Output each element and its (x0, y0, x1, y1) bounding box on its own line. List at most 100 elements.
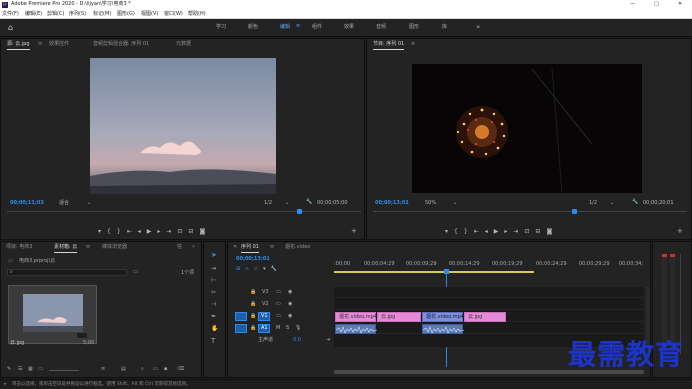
slip-tool-icon[interactable]: ⊣ (211, 302, 216, 308)
maximize-button[interactable]: □ (654, 2, 659, 7)
play-icon[interactable]: ▶ (147, 228, 158, 235)
tab-source[interactable]: 源: 云.jpg (7, 42, 30, 50)
lane-v2[interactable] (334, 299, 644, 310)
overwrite-icon[interactable]: ⊟ (188, 228, 199, 235)
source-timecode[interactable]: 00;00;11;03 (10, 201, 44, 206)
audio-clip[interactable] (335, 324, 378, 334)
tab-metadata[interactable]: 元数据 (176, 42, 191, 47)
ripple-edit-tool-icon[interactable]: ⊢ (211, 278, 216, 284)
program-ratio-select[interactable]: 1/2 (589, 201, 597, 206)
lock-icon[interactable]: 🔒 (250, 314, 256, 319)
menu-marker[interactable]: 标记(M) (93, 12, 111, 17)
pen-tool-icon[interactable]: ✒ (211, 314, 216, 320)
go-to-out-icon[interactable]: ⇥ (513, 228, 524, 235)
go-to-in-icon[interactable]: ⇤ (474, 228, 485, 235)
timeline-clip[interactable]: 烟花.video.mp4 (335, 312, 377, 322)
camera-icon[interactable]: ◙ (546, 228, 558, 235)
extract-icon[interactable]: ⊟ (535, 228, 546, 235)
source-patch-a1[interactable] (235, 324, 247, 333)
workspace-more[interactable]: » (476, 24, 480, 31)
automate-to-sequence-icon[interactable]: ▤ (121, 367, 126, 372)
insert-icon[interactable]: ⊡ (177, 228, 188, 235)
lane-v3[interactable] (334, 287, 644, 298)
workspace-learning[interactable]: 学习 (216, 25, 226, 30)
new-bin-bottom-icon[interactable]: ▭ (153, 367, 158, 372)
tab-program[interactable]: 节目: 序列 01 (373, 42, 405, 50)
go-to-out-icon[interactable]: ⇥ (166, 228, 177, 235)
icon-view-icon[interactable]: ▦ (28, 367, 33, 372)
new-bin-icon[interactable]: ▭ (133, 270, 138, 275)
source-fit-select[interactable]: 适合 (59, 201, 69, 206)
tab-bin-menu-icon[interactable]: ≡ (86, 245, 90, 250)
lock-icon[interactable]: 🔒 (250, 326, 256, 331)
source-patch-v1[interactable] (235, 312, 247, 321)
tab-project[interactable]: 项目: 电商3 (6, 245, 32, 250)
menu-edit[interactable]: 编辑(E) (25, 12, 42, 17)
solo-button[interactable]: S (286, 326, 289, 331)
menu-sequence[interactable]: 序列(S) (69, 12, 86, 17)
workspace-assembly[interactable]: 组件 (312, 25, 322, 30)
time-ruler[interactable]: :00;00 00;00;04;29 00;00;09;29 00;00;14;… (334, 256, 644, 276)
camera-icon[interactable]: ◙ (199, 228, 211, 235)
program-timecode[interactable]: 00;00;13;01 (375, 201, 409, 206)
minimize-button[interactable]: — (630, 2, 635, 7)
tab-close-icon[interactable]: ✕ (233, 245, 237, 250)
source-ratio-select[interactable]: 1/2 (264, 201, 272, 206)
wrench-icon[interactable]: 🔧 (306, 200, 312, 205)
home-icon[interactable]: ⌂ (8, 24, 13, 32)
toggle-sync-icon[interactable]: ▭ (276, 314, 281, 319)
source-scrub-bar[interactable] (7, 211, 361, 212)
tab-sequence-01[interactable]: 序列 01 (241, 245, 259, 253)
mark-out-icon[interactable]: } (464, 228, 474, 235)
wrench-icon[interactable]: 🔧 (632, 200, 638, 205)
timeline-clip[interactable]: 云.jpg (464, 312, 506, 322)
go-to-in-icon[interactable]: ⇤ (127, 228, 138, 235)
mark-in-icon[interactable]: { (107, 228, 117, 235)
workspace-editing[interactable]: 编辑 (280, 25, 290, 30)
menu-clip[interactable]: 剪辑(C) (47, 12, 64, 17)
step-forward-icon[interactable]: ▸ (504, 228, 513, 235)
timeline-settings-icon[interactable]: 🔧 (271, 266, 282, 272)
menu-graphics[interactable]: 图形(G) (117, 12, 135, 17)
lane-a1[interactable] (334, 323, 644, 334)
nest-icon[interactable]: ⊞ (236, 266, 245, 272)
workspace-graphics[interactable]: 图形 (409, 25, 419, 30)
step-back-icon[interactable]: ◂ (138, 228, 147, 235)
new-item-icon[interactable]: ▪ (164, 367, 167, 372)
tab-source-menu-icon[interactable]: ≡ (38, 42, 42, 47)
program-video-frame[interactable] (412, 64, 642, 193)
tab-media-browser[interactable]: 媒体浏览器 (102, 245, 127, 250)
mark-in-icon[interactable]: { (454, 228, 464, 235)
eye-icon[interactable]: ◉ (288, 314, 292, 319)
type-tool-icon[interactable]: T (211, 338, 215, 345)
close-button[interactable]: ✕ (678, 2, 682, 7)
program-zoom-select[interactable]: 50% (425, 201, 436, 206)
go-to-end-icon[interactable]: ⇥ (326, 338, 330, 343)
work-area-bar[interactable] (334, 271, 534, 273)
master-volume[interactable]: 0.0 (293, 338, 301, 343)
workspace-color[interactable]: 颜色 (248, 25, 258, 30)
tab-audio-clip-mixer[interactable]: 音频剪辑混合器: 序列 01 (93, 42, 149, 47)
lane-v1[interactable]: 烟花.video.mp4 云.jpg 烟花.video.mp4 云.jpg (334, 311, 644, 322)
eye-icon[interactable]: ◉ (288, 290, 292, 295)
menu-file[interactable]: 文件(F) (2, 12, 19, 17)
mute-button[interactable]: M (276, 326, 280, 331)
tab-info[interactable]: 信 (177, 245, 182, 250)
sort-icons-icon[interactable]: ≡ (101, 367, 105, 372)
timeline-timecode[interactable]: 00;00;13;01 (236, 257, 270, 262)
source-video-frame[interactable] (90, 58, 276, 194)
tab-bin[interactable]: 素材箱: 云 (54, 245, 78, 253)
zoom-slider[interactable] (49, 370, 79, 371)
tab-effect-controls[interactable]: 效果控件 (49, 42, 69, 47)
source-playhead[interactable] (297, 209, 302, 214)
workspace-libraries[interactable]: 库 (442, 25, 447, 30)
timeline-clip[interactable]: 云.jpg (377, 312, 421, 322)
mark-out-icon[interactable]: } (117, 228, 127, 235)
write-protect-icon[interactable]: ✎ (7, 367, 11, 372)
audio-clip[interactable] (422, 324, 465, 334)
lift-icon[interactable]: ⊡ (524, 228, 535, 235)
hand-tool-icon[interactable]: ✋ (211, 326, 218, 332)
eye-icon[interactable]: ◉ (288, 302, 292, 307)
menu-window[interactable]: 窗口(W) (164, 12, 183, 17)
program-scrub-bar[interactable] (373, 211, 687, 212)
